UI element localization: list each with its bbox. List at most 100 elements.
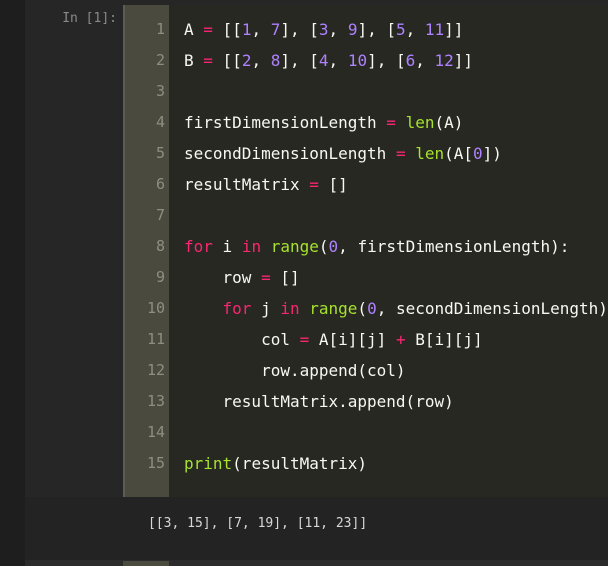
code-token: secondDimensionLength (184, 144, 387, 163)
code-token: 10 (347, 51, 368, 70)
code-token: = (395, 144, 406, 163)
line-number: 11 (146, 330, 165, 348)
code-line[interactable]: secondDimensionLength = len(A[0]) (184, 138, 502, 169)
code-token: [[ (212, 51, 242, 70)
code-token: firstDimensionLength (184, 113, 377, 132)
code-token: len (415, 144, 445, 163)
code-token: ], [ (280, 20, 319, 39)
code-token: ( (318, 237, 329, 256)
code-token: ], [ (367, 51, 406, 70)
code-token: A (184, 20, 194, 39)
code-line[interactable]: resultMatrix = [] (184, 169, 348, 200)
line-number: 1 (155, 20, 165, 38)
code-token: B (184, 51, 194, 70)
code-token: = (203, 51, 213, 70)
code-token: = (299, 330, 310, 349)
code-token: = (386, 113, 396, 132)
code-token: ( (357, 299, 368, 318)
code-line[interactable]: row.append(col) (184, 355, 406, 386)
code-token: , (328, 51, 348, 70)
line-number: 4 (155, 113, 165, 131)
line-number: 7 (155, 206, 165, 224)
code-line[interactable]: firstDimensionLength = len(A) (184, 107, 463, 138)
code-line[interactable]: print(resultMatrix) (184, 448, 367, 479)
line-number: 14 (146, 423, 165, 441)
code-token: ], [ (357, 20, 396, 39)
code-token: ], [ (280, 51, 319, 70)
code-token: , (251, 51, 271, 70)
code-token: = (309, 175, 319, 194)
code-token: 4 (318, 51, 329, 70)
code-token: j (251, 299, 281, 318)
code-line[interactable]: resultMatrix.append(row) (184, 386, 454, 417)
code-token: col (184, 330, 300, 349)
code-token: 11 (424, 20, 445, 39)
code-token: 0 (328, 237, 339, 256)
code-editor[interactable]: 1 2 3 4 5 6 7 8 9 10 11 12 13 14 15 A = [[1, 7], [3, 9… (123, 5, 608, 497)
line-number: 5 (155, 144, 165, 162)
code-line[interactable]: B = [[2, 8], [4, 10], [6, 12]] (184, 45, 473, 76)
code-token: in (241, 237, 262, 256)
code-token: 8 (270, 51, 281, 70)
code-token: ]) (482, 144, 502, 163)
notebook-page: In [1]: 1 2 3 4 5 6 7 8 9 10 11 12 13 14 15 A = [[1, 7… (0, 0, 608, 566)
code-token: 9 (347, 20, 358, 39)
code-line[interactable]: A = [[1, 7], [3, 9], [5, 11]] (184, 14, 463, 45)
code-line[interactable]: col = A[i][j] + B[i][j] (184, 324, 483, 355)
line-number: 12 (146, 361, 165, 379)
code-token: 12 (434, 51, 454, 70)
code-token: , (405, 20, 425, 39)
code-token: [[ (212, 20, 242, 39)
code-token: (resultMatrix) (232, 454, 368, 473)
code-token: 3 (318, 20, 329, 39)
code-token: , firstDimensionLength): (338, 237, 570, 256)
code-token: resultMatrix.append(row) (184, 392, 454, 411)
code-token: (A) (434, 113, 464, 132)
line-number: 15 (146, 454, 165, 472)
code-token: , (328, 20, 348, 39)
line-number: 13 (146, 392, 165, 410)
next-cell-gutter (123, 561, 169, 566)
code-token: 6 (405, 51, 416, 70)
code-line[interactable]: row = [] (184, 262, 300, 293)
code-line[interactable]: for j in range(0, secondDimensionLength)… (184, 293, 608, 324)
code-token: , secondDimensionLength): (376, 299, 608, 318)
code-token: ]] (444, 20, 464, 39)
code-token: len (405, 113, 435, 132)
code-token: , (415, 51, 435, 70)
code-token: print (184, 454, 233, 473)
code-token: i (212, 237, 242, 256)
code-token: = (203, 20, 213, 39)
next-code-cell[interactable] (25, 560, 608, 566)
code-token: [] (318, 175, 348, 194)
code-token: row (184, 268, 262, 287)
code-token: 0 (367, 299, 377, 318)
line-number: 6 (155, 175, 165, 193)
code-token: in (280, 299, 300, 318)
input-prompt: In [1]: (62, 11, 117, 26)
code-token: A[i][j] (309, 330, 396, 349)
code-token: resultMatrix (184, 175, 300, 194)
code-token: for (184, 237, 213, 256)
code-token: [] (270, 268, 300, 287)
code-token: range (309, 299, 358, 318)
code-token: row.append(col) (184, 361, 406, 380)
cell-output: [[3, 15], [7, 19], [11, 23]] (148, 516, 368, 531)
code-token: , (251, 20, 271, 39)
line-number: 3 (155, 82, 165, 100)
code-token: 5 (395, 20, 406, 39)
code-token: 0 (473, 144, 483, 163)
code-line[interactable]: for i in range(0, firstDimensionLength): (184, 231, 569, 262)
left-margin (0, 0, 25, 566)
code-token: 7 (270, 20, 281, 39)
code-token: (A[ (444, 144, 474, 163)
